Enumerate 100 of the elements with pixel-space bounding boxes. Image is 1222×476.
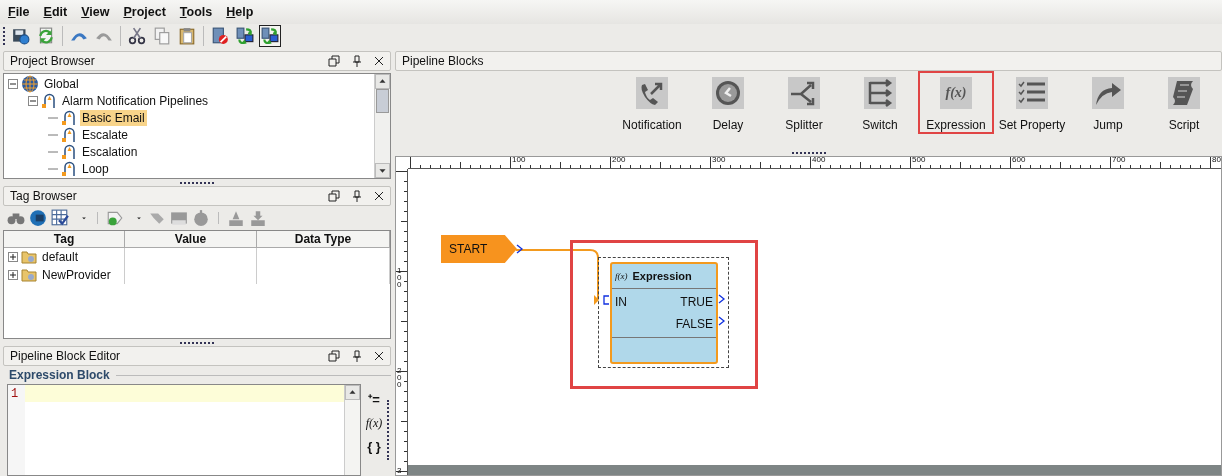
expander-icon[interactable] — [8, 78, 18, 89]
ruler-label: 3 — [397, 467, 402, 474]
expression-editor[interactable]: 1 — [7, 384, 361, 476]
save-icon — [12, 27, 30, 45]
input-port-icon[interactable] — [603, 295, 610, 305]
tag-add-icon[interactable] — [106, 209, 124, 227]
node-title: Expression — [632, 270, 692, 282]
tree-item[interactable]: Basic Email — [80, 109, 147, 126]
ruler-label: 200 — [612, 157, 626, 164]
pin-icon[interactable] — [352, 190, 362, 202]
switch-icon — [864, 77, 896, 109]
reload-icon — [37, 27, 55, 45]
restore-icon[interactable] — [328, 350, 340, 362]
horizontal-scrollbar[interactable] — [408, 465, 1221, 475]
scrollbar[interactable] — [374, 74, 390, 178]
ruler-label: 80 — [1212, 157, 1221, 164]
pin-icon[interactable] — [352, 55, 362, 67]
ruler-label: 700 — [1112, 157, 1126, 164]
database-blocked-icon — [211, 27, 229, 45]
ruler-label: 300 — [712, 157, 726, 164]
function-tool[interactable]: f(x) — [365, 416, 383, 431]
scroll-down-icon[interactable] — [375, 163, 390, 178]
copy-icon — [153, 27, 171, 45]
restore-icon[interactable] — [328, 190, 340, 202]
alarm-pipeline-icon — [61, 109, 77, 126]
braces-tool[interactable]: { } — [367, 439, 381, 454]
tag-name[interactable]: default — [40, 250, 79, 264]
menu-item[interactable]: Help — [220, 5, 260, 19]
panel-title: Pipeline Blocks — [402, 54, 485, 68]
alarm-pipeline-icon — [61, 160, 77, 177]
output-port-label: TRUE — [680, 295, 713, 309]
output-port-label: FALSE — [675, 317, 713, 331]
close-icon[interactable] — [374, 351, 384, 361]
function-icon: f(x) — [940, 77, 972, 109]
close-icon[interactable] — [374, 56, 384, 66]
expression-node[interactable]: f(x) Expression IN TRUE FALSE — [610, 262, 718, 364]
globe-icon — [21, 74, 39, 93]
toolbar-button[interactable] — [234, 25, 256, 47]
tree-item[interactable]: Alarm Notification Pipelines — [60, 92, 211, 109]
tree-item[interactable]: Global — [42, 75, 81, 92]
ruler-label: 400 — [812, 157, 826, 164]
tree-item[interactable]: Escalation — [80, 143, 140, 160]
menu-item[interactable]: Tools — [173, 5, 219, 19]
scroll-up-icon[interactable] — [345, 385, 360, 400]
alarm-pipeline-icon — [61, 143, 77, 160]
block-palette-item[interactable]: Delay — [690, 71, 766, 134]
scroll-up-icon[interactable] — [375, 74, 390, 89]
menu-item[interactable]: File — [2, 5, 36, 19]
output-port-icon[interactable] — [718, 294, 726, 304]
pin-icon[interactable] — [352, 350, 362, 362]
ruler-label: 200 — [397, 367, 402, 388]
menu-item[interactable]: Project — [117, 5, 172, 19]
tag-folder-icon — [21, 250, 37, 264]
menu-item[interactable]: Edit — [37, 5, 74, 19]
panel-title: Tag Browser — [10, 189, 78, 203]
panel-title: Pipeline Block Editor — [10, 349, 122, 363]
checklist-icon — [1016, 77, 1048, 109]
splitter-icon — [788, 77, 820, 109]
output-port-icon[interactable] — [516, 244, 524, 254]
panel-title: Project Browser — [10, 54, 96, 68]
ruler-label: 100 — [512, 157, 526, 164]
block-palette-item[interactable]: Set Property — [994, 71, 1070, 134]
expander-icon[interactable] — [8, 252, 18, 262]
block-palette-item[interactable]: Jump — [1070, 71, 1146, 134]
expander-icon[interactable] — [28, 95, 38, 106]
paste-icon — [178, 27, 196, 45]
menu-item[interactable]: View — [75, 5, 116, 19]
close-icon[interactable] — [374, 191, 384, 201]
grid-check-icon[interactable] — [51, 209, 69, 227]
clock-icon — [712, 77, 744, 109]
block-palette-item[interactable]: Splitter — [766, 71, 842, 134]
expander-icon[interactable] — [8, 270, 18, 280]
scrollbar-thumb[interactable] — [376, 89, 389, 113]
input-port-label: IN — [615, 295, 628, 309]
block-palette-item[interactable]: Script — [1146, 71, 1222, 134]
tag-folder-icon — [21, 268, 37, 282]
block-palette-item[interactable]: f(x) Expression — [918, 71, 994, 134]
column-header[interactable]: Value — [125, 231, 257, 247]
tag-name[interactable]: NewProvider — [40, 268, 111, 282]
scrollbar[interactable] — [344, 385, 360, 475]
alarm-pipeline-icon — [61, 126, 77, 143]
block-palette-item[interactable]: Notification — [614, 71, 690, 134]
alarm-pipeline-icon — [41, 92, 57, 109]
phone-icon — [636, 77, 668, 109]
output-port-icon[interactable] — [718, 316, 726, 326]
tree-item[interactable]: Loop — [80, 160, 111, 177]
column-header[interactable]: Tag — [4, 231, 125, 247]
tag-refresh-icon[interactable] — [29, 209, 47, 227]
ruler-label: 500 — [912, 157, 926, 164]
insert-operator-tool[interactable]: ⁺= — [368, 390, 380, 408]
tree-item[interactable]: Escalate — [80, 126, 131, 143]
start-node[interactable]: START — [441, 235, 517, 263]
block-palette-item[interactable]: Switch — [842, 71, 918, 134]
column-header[interactable]: Data Type — [257, 231, 390, 247]
restore-icon[interactable] — [328, 55, 340, 67]
computer-sync-icon — [261, 27, 279, 45]
line-number: 1 — [10, 387, 20, 401]
toolbar-button[interactable] — [126, 25, 148, 47]
ruler-label: 100 — [397, 267, 402, 288]
toolbar-button[interactable] — [259, 25, 281, 47]
